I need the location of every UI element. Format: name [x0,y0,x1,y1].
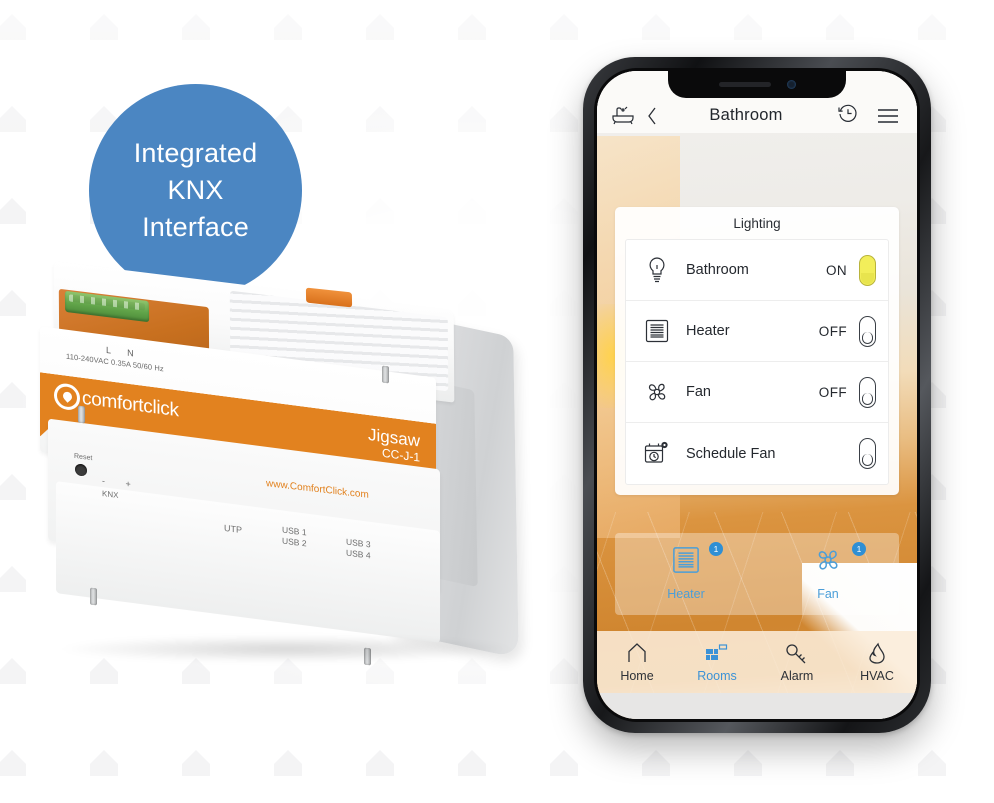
tab-label: Home [620,668,654,683]
favorite-label: Fan [817,587,839,601]
home-indicator-area [597,693,917,719]
front-camera-icon [786,80,796,89]
smartphone-mockup: Bathroom Lighting Bathroom ON Heater OFF… [583,57,931,733]
page-title: Bathroom [709,106,783,124]
phone-notch [668,71,846,98]
list-item-fan[interactable]: Fan OFF [626,362,888,423]
list-item-heater[interactable]: Heater OFF [626,301,888,362]
schedule-icon [640,440,674,468]
lighting-card: Lighting Bathroom ON Heater OFF Fan OFF … [615,207,899,495]
favorite-badge: 1 [852,542,866,556]
favorite-heater[interactable]: 1 Heater [615,542,757,601]
tab-home[interactable]: Home [597,642,677,683]
list-item-state: OFF [818,384,847,400]
badge-line-2: KNX [167,174,224,205]
tab-hvac[interactable]: HVAC [837,642,917,683]
fan-icon: 1 [812,542,866,580]
housing-screw [78,405,85,424]
chevron-left-icon[interactable] [641,107,663,125]
list-item-state: ON [825,262,847,278]
device-model-block: Jigsaw CC-J-1 [368,425,420,465]
lighting-card-header: Lighting [733,216,781,231]
clock-history-icon[interactable] [829,101,867,125]
favorite-fan[interactable]: 1 Fan [757,542,899,601]
list-item-bathroom-light[interactable]: Bathroom ON [626,240,888,301]
list-item-label: Schedule Fan [686,445,776,462]
phone-bezel: Bathroom Lighting Bathroom ON Heater OFF… [594,68,920,722]
integrated-knx-interface-badge: Integrated KNX Interface [89,84,302,297]
favorite-badge: 1 [709,542,723,556]
badge-line-1: Integrated [133,137,258,168]
earpiece-speaker [718,82,771,87]
bathtub-icon[interactable] [611,105,635,125]
toggle-switch[interactable] [859,315,876,347]
list-item-label: Bathroom [686,262,749,278]
badge-line-3: Interface [142,212,249,243]
jigsaw-din-controller: L N 110-240VAC 0.35A 50/60 Hz comfortcli… [34,261,554,688]
list-item-state: OFF [818,323,847,339]
housing-screw [90,587,97,606]
tab-label: Alarm [780,668,814,683]
tab-alarm[interactable]: Alarm [757,642,837,683]
usb-12-port-label: USB 1 USB 2 [282,524,307,548]
tab-label: Rooms [697,668,737,683]
tab-label: HVAC [860,668,894,683]
device-drop-shadow [62,636,512,662]
knx-port-label: KNX [102,488,119,501]
list-item-label: Fan [686,384,711,400]
hamburger-menu-icon[interactable] [873,107,903,125]
heater-icon [640,318,674,344]
utp-port-label: UTP [224,522,242,536]
comfortclick-logo-mark [54,382,80,412]
favorite-label: Heater [667,587,705,601]
housing-screw [382,365,389,384]
toggle-switch[interactable] [859,376,876,408]
favorites-strip: 1 Heater 1 Fan [615,533,899,615]
lightbulb-icon [640,256,674,284]
list-item-schedule-fan[interactable]: Schedule Fan [626,423,888,484]
usb-34-port-label: USB 3 USB 4 [346,536,371,560]
list-item-label: Heater [686,323,730,339]
bottom-tab-bar: Home Rooms Alarm HVAC [597,631,917,693]
device-list: Bathroom ON Heater OFF Fan OFF Schedule … [625,239,889,485]
toggle-switch[interactable] [859,438,876,469]
phone-screen: Bathroom Lighting Bathroom ON Heater OFF… [597,71,917,719]
fan-icon [640,379,674,405]
tab-rooms[interactable]: Rooms [677,642,757,683]
toggle-switch[interactable] [859,254,876,286]
heater-icon: 1 [671,542,723,580]
